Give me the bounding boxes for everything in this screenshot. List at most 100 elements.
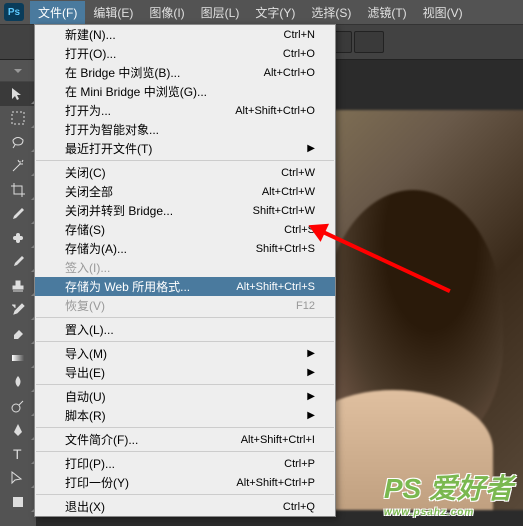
toolbox-handle[interactable] — [0, 60, 35, 82]
menu-item-label: 置入(L)... — [65, 321, 114, 338]
menu-item[interactable]: 打开(O)...Ctrl+O — [35, 44, 335, 63]
menu-item-label: 打开为智能对象... — [65, 121, 159, 138]
menu-item[interactable]: 打开为智能对象... — [35, 120, 335, 139]
menu-item-label: 最近打开文件(T) — [65, 140, 152, 157]
menu-item-label: 存储为 Web 所用格式... — [65, 278, 190, 295]
menu-item[interactable]: 存储为(A)... Shift+Ctrl+S — [35, 239, 335, 258]
menu-item[interactable]: 新建(N)...Ctrl+N — [35, 25, 335, 44]
tool-crop[interactable] — [0, 178, 36, 202]
tool-type[interactable]: T — [0, 442, 36, 466]
menu-image[interactable]: 图像(I) — [141, 1, 192, 24]
menu-edit[interactable]: 编辑(E) — [85, 1, 141, 24]
menu-separator — [36, 494, 334, 495]
tool-path[interactable] — [0, 466, 36, 490]
menu-item-label: 关闭(C) — [65, 164, 106, 181]
tool-wand[interactable] — [0, 154, 36, 178]
submenu-arrow-icon: ▶ — [307, 143, 315, 154]
submenu-arrow-icon: ▶ — [307, 348, 315, 359]
menu-item[interactable]: 自动(U)▶ — [35, 387, 335, 406]
menu-item-shortcut: Alt+Ctrl+O — [264, 67, 315, 79]
menu-item[interactable]: 打开为... Alt+Shift+Ctrl+O — [35, 101, 335, 120]
tool-eraser[interactable] — [0, 322, 36, 346]
menu-item-label: 恢复(V) — [65, 297, 105, 314]
menu-item[interactable]: 导出(E) ▶ — [35, 363, 335, 382]
menu-item-shortcut: Alt+Shift+Ctrl+S — [236, 281, 315, 293]
tool-gradient[interactable] — [0, 346, 36, 370]
tool-history-brush[interactable] — [0, 298, 36, 322]
menu-item-shortcut: Alt+Shift+Ctrl+O — [235, 105, 315, 117]
menu-item[interactable]: 脚本(R) ▶ — [35, 406, 335, 425]
menu-item[interactable]: 关闭(C)Ctrl+W — [35, 163, 335, 182]
menu-item[interactable]: 导入(M) ▶ — [35, 344, 335, 363]
distribute-icon[interactable] — [354, 31, 384, 53]
menu-item[interactable]: 在 Mini Bridge 中浏览(G)... — [35, 82, 335, 101]
tool-shape[interactable] — [0, 490, 36, 514]
menu-item[interactable]: 打印(P)... Ctrl+P — [35, 454, 335, 473]
menu-select[interactable]: 选择(S) — [303, 1, 359, 24]
menu-view[interactable]: 视图(V) — [415, 1, 471, 24]
watermark-main: PS 爱好者 — [384, 473, 513, 504]
menu-item-shortcut: Alt+Shift+Ctrl+I — [241, 434, 315, 446]
menu-filter[interactable]: 滤镜(T) — [359, 1, 414, 24]
tool-pen[interactable] — [0, 418, 36, 442]
tool-lasso[interactable] — [0, 130, 36, 154]
menu-item-label: 关闭并转到 Bridge... — [65, 202, 173, 219]
toolbox: T — [0, 60, 36, 514]
tool-move[interactable] — [0, 82, 36, 106]
app-logo: Ps — [4, 3, 24, 21]
menu-item-label: 关闭全部 — [65, 183, 113, 200]
tool-brush[interactable] — [0, 250, 36, 274]
menu-file[interactable]: 文件(F) — [30, 1, 85, 24]
menu-item-label: 导入(M) — [65, 345, 107, 362]
tool-eyedropper[interactable] — [0, 202, 36, 226]
submenu-arrow-icon: ▶ — [307, 367, 315, 378]
menu-separator — [36, 427, 334, 428]
menu-item-label: 打开为... — [65, 102, 111, 119]
menu-item-label: 退出(X) — [65, 498, 105, 515]
watermark-sub: www.psahz.com — [384, 507, 513, 518]
menu-item-label: 签入(I)... — [65, 259, 110, 276]
menu-item[interactable]: 存储(S)Ctrl+S — [35, 220, 335, 239]
menu-item-shortcut: Shift+Ctrl+S — [256, 243, 315, 255]
menu-item-shortcut: Ctrl+Q — [283, 501, 315, 513]
menu-item-shortcut: Alt+Ctrl+W — [262, 186, 315, 198]
menu-item-label: 在 Mini Bridge 中浏览(G)... — [65, 83, 207, 100]
menu-item-shortcut: Ctrl+P — [284, 458, 315, 470]
menu-item-label: 打印(P)... — [65, 455, 115, 472]
menu-item-label: 自动(U) — [65, 388, 106, 405]
menubar: Ps 文件(F) 编辑(E) 图像(I) 图层(L) 文字(Y) 选择(S) 滤… — [0, 0, 523, 24]
menu-item[interactable]: 关闭并转到 Bridge... Shift+Ctrl+W — [35, 201, 335, 220]
menu-item: 恢复(V)F12 — [35, 296, 335, 315]
menu-layer[interactable]: 图层(L) — [193, 1, 248, 24]
menu-item[interactable]: 置入(L)... — [35, 320, 335, 339]
menu-item[interactable]: 关闭全部 Alt+Ctrl+W — [35, 182, 335, 201]
menu-item-label: 在 Bridge 中浏览(B)... — [65, 64, 180, 81]
menu-item[interactable]: 文件简介(F)... Alt+Shift+Ctrl+I — [35, 430, 335, 449]
menu-item-label: 文件简介(F)... — [65, 431, 138, 448]
tool-healing[interactable] — [0, 226, 36, 250]
menu-item[interactable]: 打印一份(Y) Alt+Shift+Ctrl+P — [35, 473, 335, 492]
menu-item-label: 导出(E) — [65, 364, 105, 381]
menu-separator — [36, 317, 334, 318]
watermark: PS 爱好者 www.psahz.com — [384, 467, 513, 518]
menu-item[interactable]: 存储为 Web 所用格式... Alt+Shift+Ctrl+S — [35, 277, 335, 296]
menu-item[interactable]: 退出(X) Ctrl+Q — [35, 497, 335, 516]
menu-separator — [36, 384, 334, 385]
menu-item-label: 打印一份(Y) — [65, 474, 129, 491]
menu-item-shortcut: Alt+Shift+Ctrl+P — [236, 477, 315, 489]
menu-separator — [36, 451, 334, 452]
menu-item: 签入(I)... — [35, 258, 335, 277]
menu-item-label: 脚本(R) — [65, 407, 106, 424]
menu-separator — [36, 341, 334, 342]
menu-type[interactable]: 文字(Y) — [247, 1, 303, 24]
tool-dodge[interactable] — [0, 394, 36, 418]
menu-item-label: 存储为(A)... — [65, 240, 127, 257]
tool-blur[interactable] — [0, 370, 36, 394]
tool-marquee[interactable] — [0, 106, 36, 130]
menu-item[interactable]: 在 Bridge 中浏览(B)... Alt+Ctrl+O — [35, 63, 335, 82]
tool-stamp[interactable] — [0, 274, 36, 298]
menu-item[interactable]: 最近打开文件(T) ▶ — [35, 139, 335, 158]
menu-item-label: 打开(O)... — [65, 45, 116, 62]
submenu-arrow-icon: ▶ — [307, 410, 315, 421]
menu-item-shortcut: Shift+Ctrl+W — [253, 205, 315, 217]
